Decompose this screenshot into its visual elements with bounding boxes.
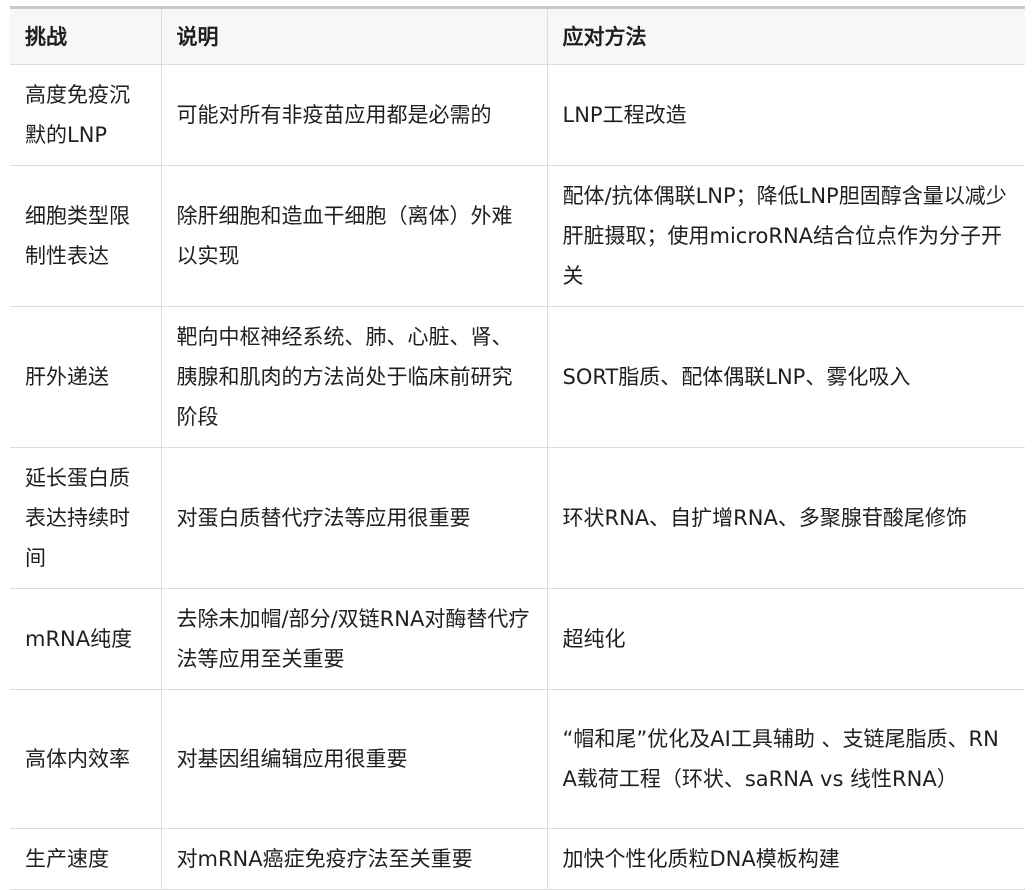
cell-description: 去除未加帽/部分/双链RNA对酶替代疗法等应用至关重要 xyxy=(160,588,547,690)
cell-challenge: mRNA纯度 xyxy=(10,588,161,690)
table-row: mRNA纯度 去除未加帽/部分/双链RNA对酶替代疗法等应用至关重要 超纯化 xyxy=(10,588,1025,690)
table-row: 高度免疫沉默的LNP 可能对所有非疫苗应用都是必需的 LNP工程改造 xyxy=(10,64,1025,166)
cell-solution: LNP工程改造 xyxy=(546,64,1025,166)
cell-challenge: 高度免疫沉默的LNP xyxy=(10,64,161,166)
table-row: 细胞类型限制性表达 除肝细胞和造血干细胞（离体）外难以实现 配体/抗体偶联LNP… xyxy=(10,165,1025,307)
cell-solution: “帽和尾”优化及AI工具辅助 、支链尾脂质、RNA载荷工程（环状、saRNA v… xyxy=(546,689,1025,829)
cell-solution: 环状RNA、自扩增RNA、多聚腺苷酸尾修饰 xyxy=(546,447,1025,589)
cell-challenge: 肝外递送 xyxy=(10,306,161,448)
cell-solution: 配体/抗体偶联LNP；降低LNP胆固醇含量以减少肝脏摄取；使用microRNA结… xyxy=(546,165,1025,307)
table-row: 延长蛋白质表达持续时间 对蛋白质替代疗法等应用很重要 环状RNA、自扩增RNA、… xyxy=(10,447,1025,589)
cell-description: 对蛋白质替代疗法等应用很重要 xyxy=(160,447,547,589)
table-row: 高体内效率 对基因组编辑应用很重要 “帽和尾”优化及AI工具辅助 、支链尾脂质、… xyxy=(10,689,1025,829)
cell-challenge: 高体内效率 xyxy=(10,689,161,829)
table-header: 挑战 说明 应对方法 xyxy=(10,7,1025,65)
cell-description: 除肝细胞和造血干细胞（离体）外难以实现 xyxy=(160,165,547,307)
cell-solution: SORT脂质、配体偶联LNP、雾化吸入 xyxy=(546,306,1025,448)
header-description: 说明 xyxy=(160,7,547,65)
cell-challenge: 延长蛋白质表达持续时间 xyxy=(10,447,161,589)
header-solution: 应对方法 xyxy=(546,7,1025,65)
header-challenge: 挑战 xyxy=(10,7,161,65)
header-row: 挑战 说明 应对方法 xyxy=(10,7,1025,65)
cell-description: 对基因组编辑应用很重要 xyxy=(160,689,547,829)
challenges-table: 挑战 说明 应对方法 高度免疫沉默的LNP 可能对所有非疫苗应用都是必需的 LN… xyxy=(10,6,1025,890)
cell-description: 可能对所有非疫苗应用都是必需的 xyxy=(160,64,547,166)
cell-solution: 超纯化 xyxy=(546,588,1025,690)
table-row: 生产速度 对mRNA癌症免疫疗法至关重要 加快个性化质粒DNA模板构建 xyxy=(10,828,1025,890)
table-row: 肝外递送 靶向中枢神经系统、肺、心脏、肾、胰腺和肌肉的方法尚处于临床前研究阶段 … xyxy=(10,306,1025,448)
cell-solution: 加快个性化质粒DNA模板构建 xyxy=(546,828,1025,890)
cell-description: 靶向中枢神经系统、肺、心脏、肾、胰腺和肌肉的方法尚处于临床前研究阶段 xyxy=(160,306,547,448)
cell-challenge: 细胞类型限制性表达 xyxy=(10,165,161,307)
table-body: 高度免疫沉默的LNP 可能对所有非疫苗应用都是必需的 LNP工程改造 细胞类型限… xyxy=(10,64,1025,890)
cell-description: 对mRNA癌症免疫疗法至关重要 xyxy=(160,828,547,890)
cell-challenge: 生产速度 xyxy=(10,828,161,890)
